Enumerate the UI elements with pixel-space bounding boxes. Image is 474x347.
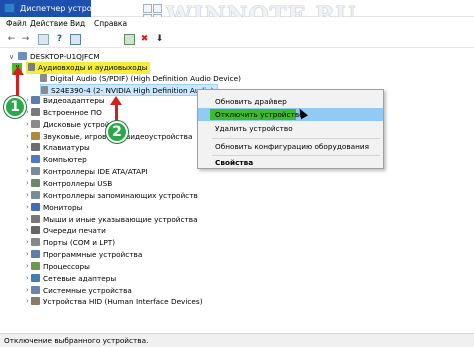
category-item[interactable]: Контроллеры запоминающих устройств — [31, 190, 198, 202]
menu-item-properties[interactable]: Свойства — [198, 156, 383, 169]
device-category-icon — [31, 107, 40, 116]
remove-icon[interactable]: ✖ — [139, 34, 150, 45]
chevron-right-icon[interactable]: › — [26, 250, 29, 258]
device-category-icon — [31, 155, 40, 164]
menu-file[interactable]: Файл — [6, 19, 27, 28]
properties-icon[interactable] — [38, 34, 49, 45]
menu-help[interactable]: Справка — [94, 19, 127, 28]
device-category-icon — [31, 202, 40, 211]
menu-action[interactable]: Действие — [30, 19, 68, 28]
category-item[interactable]: Процессоры — [31, 261, 90, 273]
title-bar: Диспетчер устройств — [0, 0, 474, 17]
chevron-right-icon[interactable]: › — [26, 132, 29, 140]
device-manager-app-icon — [4, 3, 15, 13]
device-category-icon — [31, 261, 40, 270]
step-badge-1: 1 — [4, 96, 26, 118]
category-item[interactable]: Видеоадаптеры — [31, 95, 105, 107]
forward-arrow-icon[interactable]: → — [20, 34, 31, 45]
download-icon[interactable]: ⬇ — [154, 34, 165, 45]
category-item[interactable]: Контроллеры IDE ATA/ATAPI — [31, 166, 148, 178]
device-category-icon — [31, 297, 40, 306]
category-item[interactable]: Мониторы — [31, 202, 82, 214]
toolbar: ← → ? ✖ ⬇ — [0, 31, 474, 48]
menu-item-uninstall-device[interactable]: Удалить устройство — [198, 122, 383, 135]
chevron-down-icon[interactable]: ∨ — [9, 53, 14, 61]
arrow-2-shaft — [115, 104, 118, 122]
device-category-icon — [31, 285, 40, 294]
chevron-right-icon[interactable]: › — [26, 108, 29, 116]
device-category-icon — [31, 96, 40, 104]
device-category-icon — [31, 226, 40, 235]
back-arrow-icon[interactable]: ← — [6, 34, 17, 45]
device-category-icon — [31, 190, 40, 199]
chevron-right-icon[interactable]: › — [26, 297, 29, 305]
chevron-right-icon[interactable]: › — [26, 286, 29, 294]
chevron-right-icon[interactable]: › — [26, 274, 29, 282]
menu-separator — [212, 138, 380, 139]
device-category-icon — [31, 178, 40, 187]
menu-item-update-driver[interactable]: Обновить драйвер — [198, 95, 383, 108]
chevron-right-icon[interactable]: › — [26, 143, 29, 151]
arrow-1-head — [12, 66, 24, 75]
device-category-icon — [31, 131, 40, 140]
speaker-icon — [28, 63, 35, 71]
chevron-right-icon[interactable]: › — [26, 167, 29, 175]
category-item[interactable]: Встроенное ПО — [31, 107, 102, 119]
step-badge-2: 2 — [106, 121, 128, 143]
chevron-right-icon[interactable]: › — [26, 226, 29, 234]
context-menu: Обновить драйвер Отключить устройство Уд… — [197, 89, 384, 169]
chevron-right-icon[interactable]: › — [26, 179, 29, 187]
category-item[interactable]: Очереди печати — [31, 225, 106, 237]
chevron-right-icon[interactable]: › — [26, 155, 29, 163]
chevron-right-icon[interactable]: › — [26, 262, 29, 270]
chevron-right-icon[interactable]: › — [26, 203, 29, 211]
chevron-right-icon[interactable]: › — [26, 191, 29, 199]
category-item[interactable]: Программные устройства — [31, 249, 142, 261]
category-item[interactable]: Порты (COM и LPT) — [31, 237, 115, 249]
menu-bar: Файл Действие Вид Справка — [0, 17, 474, 31]
chevron-right-icon[interactable]: › — [26, 215, 29, 223]
device-category-icon — [31, 143, 40, 152]
menu-item-scan-hardware[interactable]: Обновить конфигурацию оборудования — [198, 140, 383, 153]
category-item[interactable]: Мыши и иные указывающие устройства — [31, 214, 198, 226]
chevron-right-icon[interactable]: › — [26, 120, 29, 128]
help-icon[interactable]: ? — [54, 34, 65, 45]
device-category-icon — [31, 167, 40, 176]
menu-view[interactable]: Вид — [70, 19, 85, 28]
category-item[interactable]: Системные устройства — [31, 285, 132, 297]
category-item[interactable]: Клавиатуры — [31, 142, 90, 154]
arrow-1-shaft — [16, 74, 19, 96]
category-item[interactable]: Компьютер — [31, 154, 87, 166]
computer-icon — [18, 52, 27, 60]
chevron-right-icon[interactable]: › — [26, 96, 29, 104]
device-category-icon — [31, 119, 40, 128]
device-category-icon — [31, 238, 40, 247]
device-category-icon — [31, 273, 40, 282]
speaker-icon — [41, 86, 48, 94]
menu-item-disable-device[interactable]: Отключить устройство — [198, 108, 383, 121]
device-category-icon — [31, 250, 40, 259]
category-item[interactable]: Контроллеры USB — [31, 178, 112, 190]
status-bar: Отключение выбранного устройства. — [0, 333, 474, 347]
category-item[interactable]: Устройства HID (Human Interface Devices) — [31, 296, 203, 308]
chevron-right-icon[interactable]: › — [26, 238, 29, 246]
speaker-icon — [40, 74, 47, 82]
category-item[interactable]: Сетевые адаптеры — [31, 273, 116, 285]
update-driver-icon[interactable] — [124, 34, 135, 45]
arrow-2-head — [110, 96, 122, 105]
computer-icon[interactable] — [70, 34, 81, 45]
device-category-icon — [31, 214, 40, 223]
